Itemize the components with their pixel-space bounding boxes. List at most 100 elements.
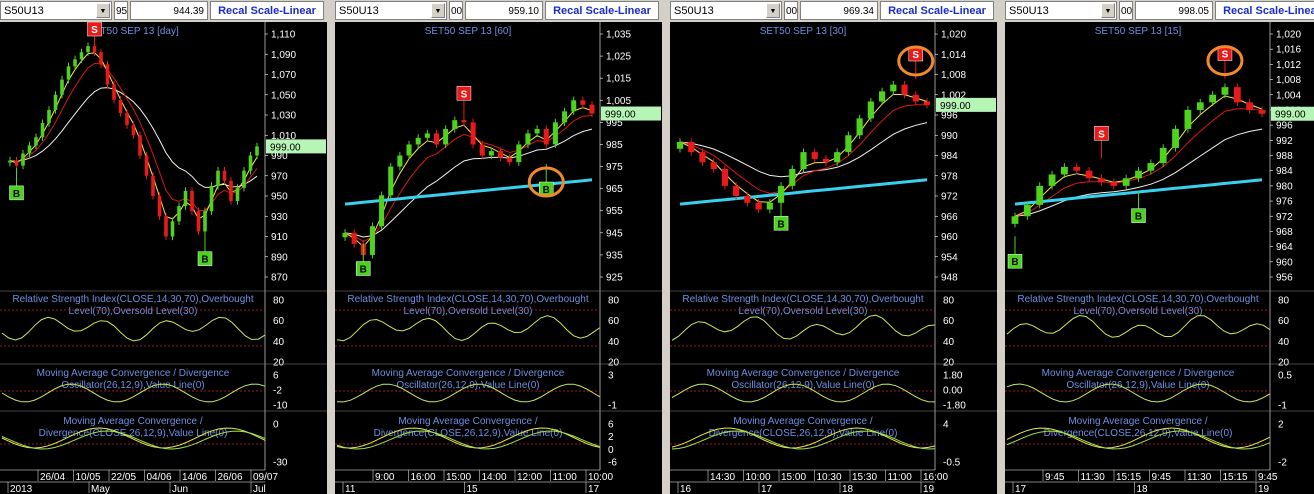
candle-body xyxy=(248,155,253,171)
date-tick-label: 17 xyxy=(1015,484,1027,494)
chart-panel: S50U13 ▼ 00 969.34 Recal Scale-Linear SET50 S… xyxy=(670,0,997,494)
interval-field[interactable]: 00 xyxy=(1119,1,1133,20)
rsi-tick-label: 60 xyxy=(608,316,620,327)
candle-body xyxy=(856,118,863,136)
chevron-down-icon[interactable]: ▼ xyxy=(1101,3,1115,18)
moving-average-long xyxy=(679,178,928,206)
sell-signal-label: S xyxy=(912,50,919,61)
chevron-down-icon[interactable]: ▼ xyxy=(766,3,780,18)
rsi-tick-label: 40 xyxy=(608,337,620,348)
price-tick-label: 1,035 xyxy=(606,30,631,41)
time-tick-label: 10:00 xyxy=(588,472,613,483)
candle-body xyxy=(105,64,110,85)
candle-body xyxy=(1048,174,1056,186)
interval-field[interactable]: 00 xyxy=(784,1,798,20)
candle-body xyxy=(766,202,773,210)
price-tick-label: 988 xyxy=(1276,151,1293,162)
symbol-dropdown[interactable]: S50U13 ▼ xyxy=(0,1,112,20)
candle-body xyxy=(1258,109,1266,114)
symbol-dropdown[interactable]: S50U13 ▼ xyxy=(670,1,782,20)
price-tick-label: 966 xyxy=(941,212,958,223)
candle-body xyxy=(710,162,717,169)
price-tick-label: 950 xyxy=(271,192,288,203)
price-tick-label: 1,015 xyxy=(606,74,631,85)
sell-signal-label: S xyxy=(461,89,468,100)
chart-canvas[interactable]: SET50 SEP 13 [day] 1,1101,0901,0701,0501,… xyxy=(0,22,327,494)
candle-body xyxy=(744,196,751,203)
chevron-down-icon[interactable]: ▼ xyxy=(96,3,110,18)
candle-body xyxy=(789,169,796,186)
date-tick-label: Jun xyxy=(172,484,188,494)
chart-canvas[interactable]: SET50 SEP 13 [15] 1,020 1,016 1,012 1,008 1,0… xyxy=(1005,22,1314,494)
panel-splitter[interactable] xyxy=(662,0,670,494)
buy-signal-label: B xyxy=(1135,212,1142,223)
candle-body xyxy=(209,185,214,212)
interval-field[interactable]: 00 xyxy=(449,1,463,20)
price-tick-label: 1,004 xyxy=(1276,90,1301,101)
price-tick-label: 980 xyxy=(1276,181,1293,192)
interval-field[interactable]: 95 xyxy=(114,1,128,20)
macd-tick: 2 xyxy=(608,432,614,443)
symbol-dropdown[interactable]: S50U13 ▼ xyxy=(335,1,447,20)
panel-toolbar: S50U13 ▼ 00 959.10 Recal Scale-Linear xyxy=(335,0,662,22)
chart-canvas[interactable]: SET50 SEP 13 [30] 1,0201,0141,0081,002996… xyxy=(670,22,997,494)
price-tick-label: 890 xyxy=(271,252,288,263)
panel-splitter[interactable] xyxy=(327,0,335,494)
time-tick-label: 9:00 xyxy=(375,472,395,483)
time-tick-label: 26/06 xyxy=(218,472,243,483)
time-tick-label: 10/05 xyxy=(76,472,101,483)
recal-scale-button[interactable]: Recal Scale-Linear xyxy=(210,1,324,20)
candle-body xyxy=(47,109,51,124)
rsi-tick-label: 80 xyxy=(608,296,620,307)
candle-body xyxy=(552,122,558,145)
candle-body xyxy=(1209,94,1216,103)
panel-splitter[interactable] xyxy=(997,0,1005,494)
candle-body xyxy=(73,59,77,67)
candle-body xyxy=(688,142,695,153)
price-tick-label: 948 xyxy=(941,273,958,284)
rsi-subtitle: Level(70),Oversold Level(30) xyxy=(404,306,533,317)
candle-body xyxy=(879,91,886,102)
candle-body xyxy=(242,170,246,188)
candle-body xyxy=(479,144,485,156)
macd-title: Moving Average Convergence / xyxy=(1068,416,1208,427)
price-tick-label: 978 xyxy=(941,171,958,182)
price-tick-label: 1,020 xyxy=(1276,30,1301,41)
time-tick-label: 16:00 xyxy=(411,472,436,483)
price-tick-label: 945 xyxy=(606,228,623,239)
rsi-tick-label: 20 xyxy=(608,358,620,369)
macd-tick: 2 xyxy=(1278,420,1284,431)
price-tick-label: 972 xyxy=(1276,212,1293,223)
macd-oscillator-title: Moving Average Convergence / Divergence xyxy=(372,368,565,379)
recal-scale-button[interactable]: Recal Scale-Linear xyxy=(880,1,994,20)
time-tick-label: 14/06 xyxy=(182,472,207,483)
candle-body xyxy=(507,157,513,163)
price-tick-label: 1,012 xyxy=(1276,60,1301,71)
candle-body xyxy=(53,94,58,110)
candle-body xyxy=(397,155,403,167)
candle-body xyxy=(580,100,586,105)
chart-canvas[interactable]: SET50 SEP 13 [60] 1,0351,0251,0151,005995… xyxy=(335,22,662,494)
candle-body xyxy=(157,196,162,217)
price-tick-label: 984 xyxy=(941,151,958,162)
chart-panel: S50U13 ▼ 95 944.39 Recal Scale-Linear SET50 S… xyxy=(0,0,327,494)
candle-body xyxy=(901,84,908,95)
candle-body xyxy=(235,187,240,202)
time-tick-label: 15:15 xyxy=(1116,472,1141,483)
recal-scale-button[interactable]: Recal Scale-Linear xyxy=(1215,1,1314,20)
macd-oscillator-subtitle: Oscillator(26,12,9),Value Line(0) xyxy=(61,380,204,391)
recal-scale-button[interactable]: Recal Scale-Linear xyxy=(545,1,659,20)
candle-body xyxy=(216,170,220,186)
moving-average-fast xyxy=(679,93,928,203)
symbol-dropdown[interactable]: S50U13 ▼ xyxy=(1005,1,1117,20)
chevron-down-icon[interactable]: ▼ xyxy=(431,3,445,18)
candle-body xyxy=(1221,87,1229,95)
macd-oscillator-tick: 0.00 xyxy=(943,386,963,397)
time-tick-label: 09/07 xyxy=(253,472,278,483)
time-tick-label: 9:45 xyxy=(1258,472,1278,483)
price-tick-label: 1,050 xyxy=(271,90,296,101)
candle-body xyxy=(1122,178,1130,186)
candle-body xyxy=(60,79,64,95)
macd-oscillator-tick: -2 xyxy=(273,386,282,397)
price-tick-label: 1,020 xyxy=(941,30,966,41)
